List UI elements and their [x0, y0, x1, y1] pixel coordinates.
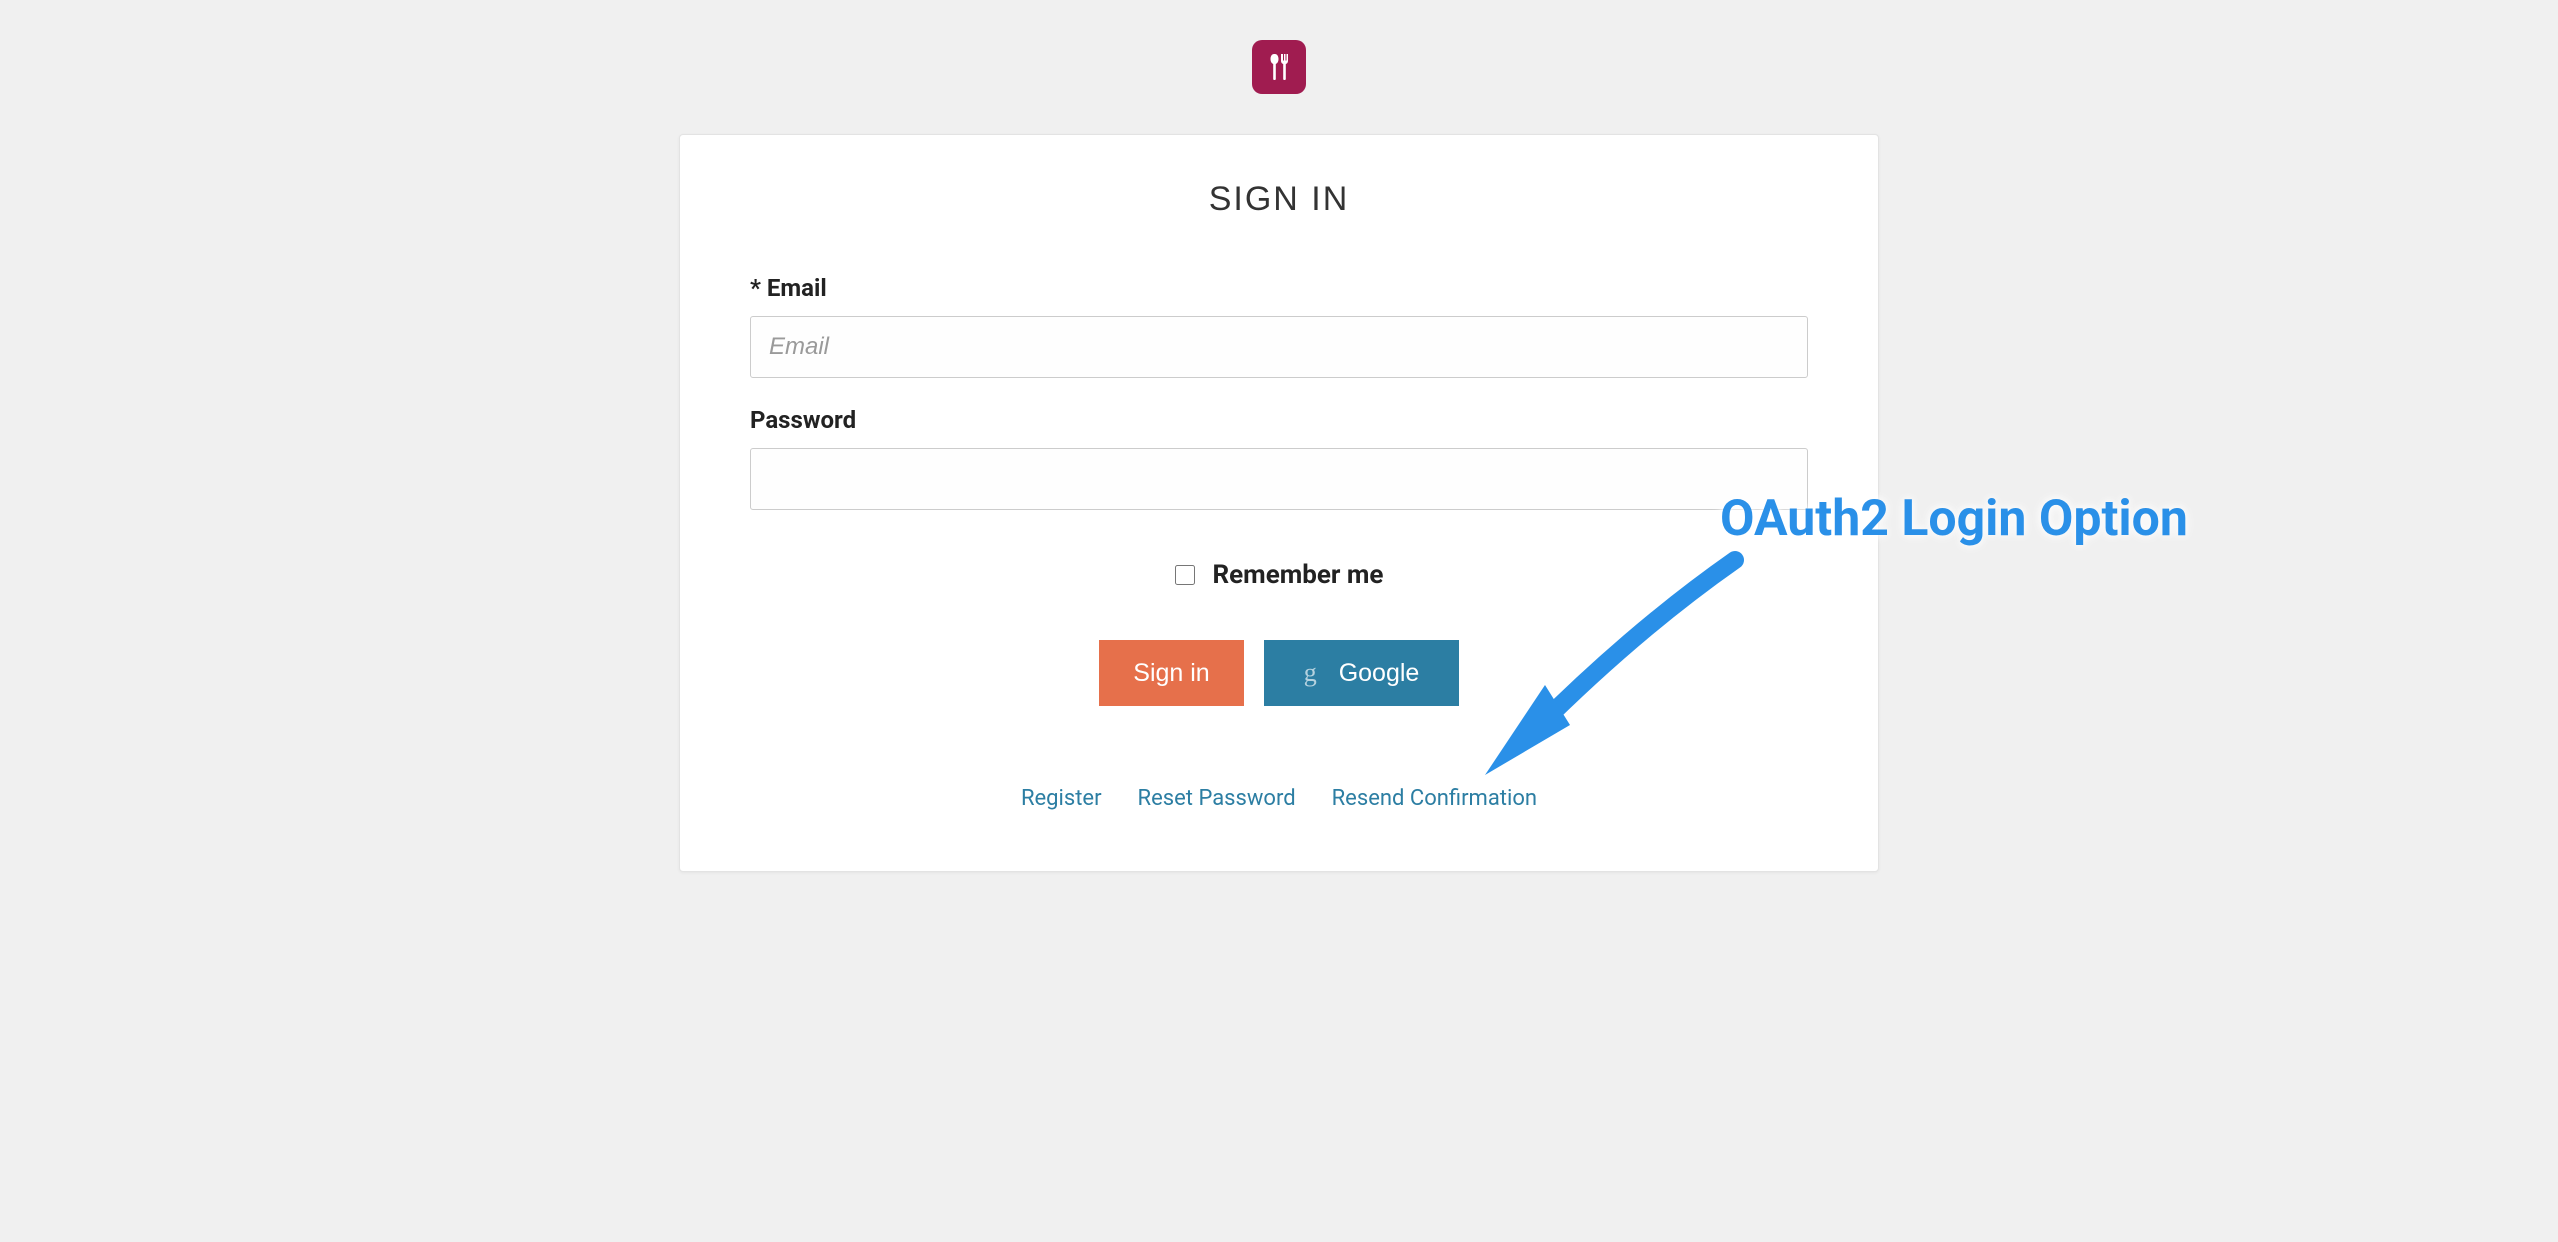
signin-button[interactable]: Sign in	[1099, 640, 1244, 706]
reset-password-link[interactable]: Reset Password	[1138, 786, 1296, 811]
email-group: * Email	[750, 274, 1808, 378]
email-label: * Email	[750, 274, 1808, 302]
google-oauth-button[interactable]: g Google	[1264, 640, 1459, 706]
app-logo	[1252, 40, 1306, 94]
links-row: Register Reset Password Resend Confirmat…	[750, 786, 1808, 811]
remember-row: Remember me	[750, 560, 1808, 590]
button-row: Sign in g Google	[750, 640, 1808, 706]
card-title: SIGN IN	[750, 180, 1808, 219]
remember-label: Remember me	[1212, 560, 1383, 590]
password-label: Password	[750, 406, 1808, 434]
password-group: Password	[750, 406, 1808, 510]
password-field[interactable]	[750, 448, 1808, 510]
google-icon: g	[1304, 658, 1317, 688]
signin-card: SIGN IN * Email Password Remember me Sig…	[679, 134, 1879, 872]
resend-confirmation-link[interactable]: Resend Confirmation	[1332, 786, 1537, 811]
register-link[interactable]: Register	[1021, 786, 1102, 811]
fork-spoon-icon	[1263, 51, 1295, 83]
google-button-label: Google	[1339, 659, 1420, 688]
remember-checkbox[interactable]	[1175, 565, 1195, 585]
email-field[interactable]	[750, 316, 1808, 378]
